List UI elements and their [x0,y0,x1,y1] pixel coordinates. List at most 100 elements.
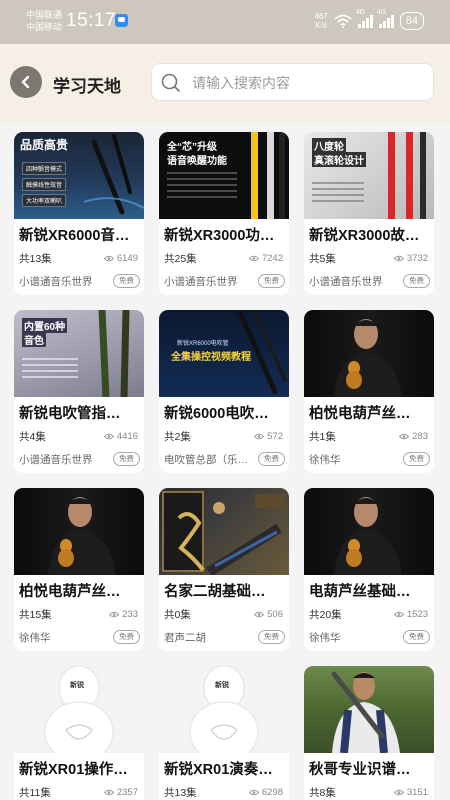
message-notification-icon [115,14,128,27]
course-meta: 共11集 2357 [19,785,138,799]
episode-count: 共13集 [19,252,52,265]
performer-image [334,319,402,397]
course-author: 君声二胡 [164,631,206,644]
course-card[interactable]: 新锐XR6000电吹管 全集操控视频教程 新锐6000电吹… 共2集 572 电… [159,310,289,473]
course-card[interactable]: 电葫芦丝基础… 共20集 1523 徐伟华 免费 [304,488,434,651]
view-count: 2357 [103,787,138,798]
thumbnail-feature-1: 四种颤音模式 [22,162,67,175]
course-author: 徐伟华 [309,631,341,644]
course-author: 小谱通音乐世界 [309,275,383,288]
course-thumbnail [304,488,434,575]
course-footer: 徐伟华 免费 [19,629,140,645]
course-thumbnail: 八度轮 真滚轮设计 [304,132,434,219]
course-card[interactable]: 柏悦电葫芦丝… 共15集 233 徐伟华 免费 [14,488,144,651]
course-thumbnail: 新锐 [14,666,144,753]
eye-icon [248,789,259,795]
course-title: 新锐XR01操作… [19,762,128,778]
course-title: 名家二胡基础… [164,584,266,600]
course-title: 秋哥专业识谱… [309,762,411,778]
thumbnail-feature-3: 大功率双喇叭 [22,194,67,207]
free-badge: 免费 [403,274,430,288]
thumbnail-headline: 全“芯”升级 [167,142,217,153]
device-logo-text: 新锐 [215,682,229,689]
instrument-image [388,132,426,219]
course-meta: 共25集 7242 [164,251,283,265]
course-title: 新锐XR01演奏… [164,762,273,778]
network-speed: 467 K/s [314,12,327,30]
course-card[interactable]: 新锐 新锐XR01演奏… 共13集 6298 [159,666,289,800]
course-meta: 共15集 233 [19,607,138,621]
instrument-image [98,310,130,397]
view-count-value: 7242 [261,252,283,264]
course-author: 小谱通音乐世界 [164,275,238,288]
course-thumbnail: 新锐 [159,666,289,753]
view-count-value: 506 [267,608,283,620]
view-count: 6149 [103,252,138,264]
course-card[interactable]: 品质高贵 四种颤音模式 触摸线性效音 大功率双喇叭 新锐XR6000音… 共13… [14,132,144,295]
course-title: 电葫芦丝基础… [309,584,411,600]
course-thumbnail: 全“芯”升级 语音唤醒功能 [159,132,289,219]
course-meta: 共0集 506 [164,607,283,621]
free-badge: 免费 [403,630,430,644]
status-bar: 中国联通 中国移动 15:17 467 K/s 4G 4G 84 [0,0,450,44]
course-list: 品质高贵 四种颤音模式 触摸线性效音 大功率双喇叭 新锐XR6000音… 共13… [0,122,450,800]
course-card[interactable]: 新锐 新锐XR01操作… 共11集 2357 [14,666,144,800]
course-footer: 小谱通音乐世界 免费 [19,273,140,289]
signal-1-label: 4G [355,9,366,16]
course-meta: 共4集 4416 [19,429,138,443]
eye-icon [109,611,120,617]
course-thumbnail [304,666,434,753]
carrier-2: 中国移动 [26,22,63,32]
view-count: 1523 [393,609,428,620]
view-count: 3151 [393,787,428,798]
instrument-image [251,132,285,219]
course-author: 小谱通音乐世界 [19,275,93,288]
view-count: 7242 [248,252,283,264]
course-thumbnail: 品质高贵 四种颤音模式 触摸线性效音 大功率双喇叭 [14,132,144,219]
course-footer: 小谱通音乐世界 免费 [19,451,140,467]
status-time: 15:17 [66,10,117,31]
performer-image [331,671,400,753]
course-meta: 共2集 572 [164,429,283,443]
course-thumbnail [304,310,434,397]
course-meta: 共5集 3732 [309,251,428,265]
course-card[interactable]: 内置60种 音色 新锐电吹管指… 共4集 4416 小谱通音乐世界 免费 [14,310,144,473]
view-count: 572 [254,431,283,442]
course-card[interactable]: 八度轮 真滚轮设计 新锐XR3000故… 共5集 3732 小谱通音乐世界 免费 [304,132,434,295]
signal-2-icon: 4G [377,9,394,28]
eye-icon [399,433,410,439]
course-card[interactable]: 全“芯”升级 语音唤醒功能 新锐XR3000功… 共25集 7242 小谱通音乐… [159,132,289,295]
search-input[interactable] [190,64,429,101]
network-speed-value: 467 [314,12,328,21]
course-title: 新锐XR6000音… [19,228,130,244]
course-card[interactable]: 秋哥专业识谱… 共8集 3151 [304,666,434,800]
course-card[interactable]: 柏悦电葫芦丝… 共1集 283 徐伟华 免费 [304,310,434,473]
free-badge: 免费 [403,452,430,466]
battery-indicator: 84 [399,12,424,30]
eye-icon [254,611,265,617]
free-badge: 免费 [113,274,140,288]
free-badge: 免费 [258,452,285,466]
network-speed-unit: K/s [315,21,327,30]
course-footer: 徐伟华 免费 [309,451,430,467]
view-count: 4416 [103,431,138,442]
back-button[interactable] [10,66,42,98]
course-card[interactable]: 名家二胡基础… 共0集 506 君声二胡 免费 [159,488,289,651]
wifi-icon [334,14,352,28]
eye-icon [393,255,404,261]
course-thumbnail: 内置60种 音色 [14,310,144,397]
episode-count: 共15集 [19,608,52,621]
thumbnail-headline: 内置60种 [22,318,68,333]
eye-icon [103,789,114,795]
episode-count: 共8集 [309,786,336,799]
course-title: 柏悦电葫芦丝… [19,584,121,600]
eye-icon [393,789,404,795]
view-count-value: 6149 [116,252,138,264]
view-count: 3732 [393,252,428,264]
view-count-value: 3732 [406,252,428,264]
thumbnail-subheadline: 语音唤醒功能 [167,156,227,167]
course-author: 电吹管总部（乐… [164,453,248,466]
eye-icon [248,255,259,261]
search-box[interactable] [151,63,434,101]
eye-icon [393,611,404,617]
